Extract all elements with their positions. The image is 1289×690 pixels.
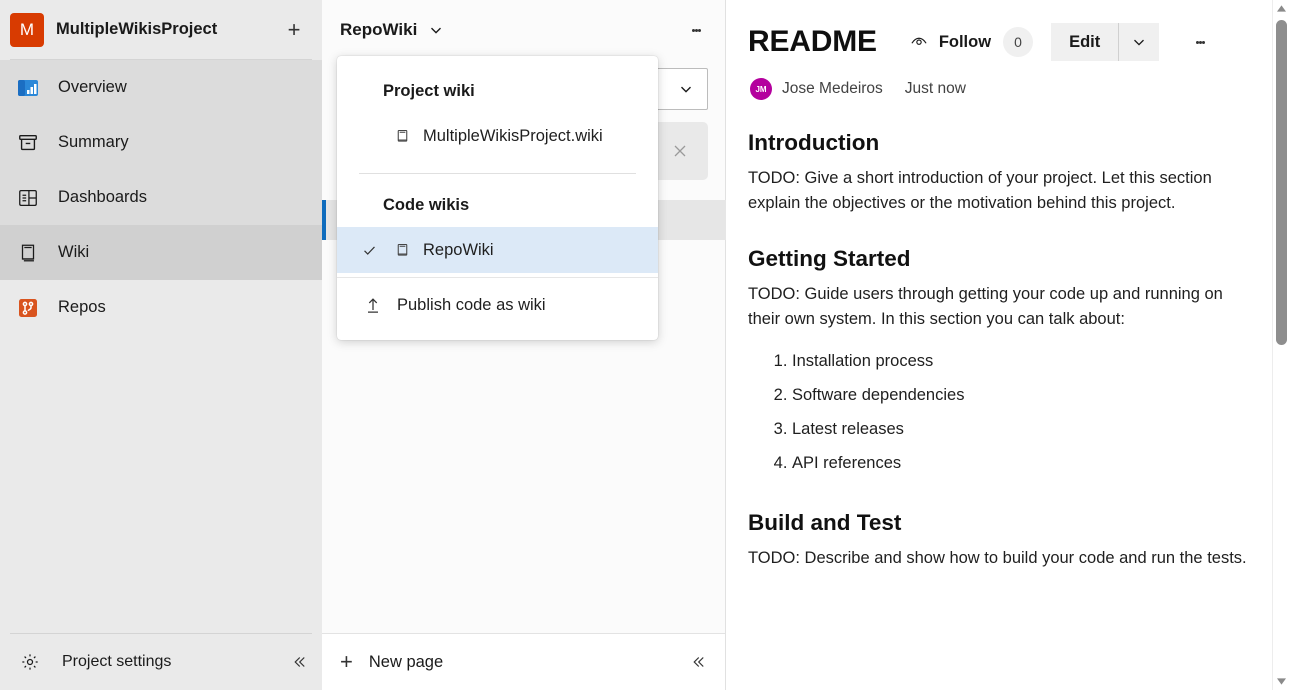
more-vertical-icon xyxy=(1201,40,1205,44)
chevron-down-icon xyxy=(427,21,445,39)
overview-icon xyxy=(14,74,42,102)
flyout-section-project-wiki: Project wiki xyxy=(383,82,475,100)
wiki-selector-flyout: Project wiki MultipleWikisProject.wiki C… xyxy=(337,56,658,340)
avatar[interactable]: JM xyxy=(750,78,772,100)
edit-dropdown-button[interactable] xyxy=(1119,23,1160,61)
readme-byline: JM Jose Medeiros Just now xyxy=(748,66,1249,100)
triangle-down-icon[interactable] xyxy=(1273,673,1289,690)
list-item: Latest releases xyxy=(792,412,1249,446)
sidebar-item-label: Repos xyxy=(58,298,106,316)
app-root: M MultipleWikisProject + Overview Summar… xyxy=(0,0,1289,690)
project-avatar-letter: M xyxy=(19,19,35,39)
wiki-selector-label: RepoWiki xyxy=(340,20,418,39)
sidebar-item-label: Dashboards xyxy=(58,188,147,206)
flyout-section-code-wikis: Code wikis xyxy=(383,196,470,214)
chevron-double-left-icon[interactable] xyxy=(689,653,707,671)
section-paragraph-build-and-test: TODO: Describe and show how to build you… xyxy=(748,549,1247,567)
eye-icon xyxy=(909,32,929,52)
dashboards-icon xyxy=(14,184,42,212)
flyout-item-repowiki[interactable]: RepoWiki xyxy=(337,227,658,273)
author-name[interactable]: Jose Medeiros xyxy=(782,80,883,98)
sidebar-item-overview[interactable]: Overview xyxy=(0,60,322,115)
section-heading-introduction: Introduction xyxy=(748,130,880,155)
publish-label: Publish code as wiki xyxy=(397,295,546,314)
avatar-initials: JM xyxy=(755,84,767,94)
sidebar-item-label: Wiki xyxy=(58,243,90,261)
project-avatar: M xyxy=(10,12,44,47)
follow-label: Follow xyxy=(938,32,992,51)
section-paragraph-introduction: TODO: Give a short introduction of your … xyxy=(748,169,1212,212)
project-header: M MultipleWikisProject + xyxy=(0,0,322,59)
section-heading-getting-started: Getting Started xyxy=(748,246,911,271)
page-title: README xyxy=(748,25,877,58)
list-item: Software dependencies xyxy=(792,378,1249,412)
book-icon xyxy=(391,128,413,145)
sidebar-item-summary[interactable]: Summary xyxy=(0,115,322,170)
list-item: API references xyxy=(792,446,1249,480)
follow-count-badge: 0 xyxy=(1003,27,1034,57)
project-nav-list: Overview Summary Dashboards Wiki Repos xyxy=(0,60,322,633)
close-icon xyxy=(670,141,690,161)
plus-icon[interactable]: + xyxy=(280,16,308,44)
edit-button[interactable]: Edit xyxy=(1051,23,1119,61)
list-item: Installation process xyxy=(792,344,1249,378)
readme-more-options-button[interactable] xyxy=(1185,27,1215,57)
sidebar-item-dashboards[interactable]: Dashboards xyxy=(0,170,322,225)
project-title: MultipleWikisProject xyxy=(56,20,218,38)
getting-started-list: Installation process Software dependenci… xyxy=(748,344,1249,480)
project-settings-button[interactable]: Project settings xyxy=(0,634,322,690)
timestamp: Just now xyxy=(904,80,966,97)
readme-header: README Follow 0 Edit xyxy=(748,18,1249,66)
wiki-panel-footer: + New page xyxy=(322,634,725,690)
project-settings-label: Project settings xyxy=(62,653,172,670)
sidebar-item-label: Summary xyxy=(58,133,129,151)
scrollbar-thumb[interactable] xyxy=(1276,20,1287,345)
content-scrollbar[interactable] xyxy=(1272,0,1289,690)
readme-content-pane: README Follow 0 Edit JM Jose Medeiros Ju… xyxy=(726,0,1289,690)
chevron-down-icon xyxy=(677,80,695,98)
check-icon xyxy=(357,242,381,259)
flyout-item-label: RepoWiki xyxy=(423,240,494,259)
flyout-item-label: MultipleWikisProject.wiki xyxy=(423,126,603,145)
wiki-selector-button[interactable]: RepoWiki xyxy=(340,20,445,40)
more-vertical-icon xyxy=(697,28,701,32)
wiki-more-options-button[interactable] xyxy=(681,15,711,45)
publish-upload-icon xyxy=(363,295,383,315)
section-paragraph-getting-started: TODO: Guide users through getting your c… xyxy=(748,285,1223,328)
repos-icon xyxy=(14,294,42,322)
book-icon xyxy=(391,242,413,259)
flyout-item-project-wiki[interactable]: MultipleWikisProject.wiki xyxy=(337,113,658,159)
edit-split-button: Edit xyxy=(1051,23,1160,61)
new-page-button[interactable]: New page xyxy=(369,653,673,672)
wiki-book-icon xyxy=(14,239,42,267)
sidebar-item-repos[interactable]: Repos xyxy=(0,280,322,335)
gear-icon xyxy=(16,648,44,676)
section-heading-build-and-test: Build and Test xyxy=(748,510,902,535)
plus-icon: + xyxy=(340,649,353,674)
sidebar-item-label: Overview xyxy=(58,78,127,96)
summary-icon xyxy=(14,129,42,157)
readme-inner: README Follow 0 Edit JM Jose Medeiros Ju… xyxy=(726,0,1289,571)
flyout-divider xyxy=(359,173,636,174)
follow-button[interactable]: Follow 0 xyxy=(905,21,1037,63)
publish-code-as-wiki-button[interactable]: Publish code as wiki xyxy=(337,278,658,332)
wiki-panel-header: RepoWiki xyxy=(322,0,725,60)
sidebar-item-wiki[interactable]: Wiki xyxy=(0,225,322,280)
project-sidebar: M MultipleWikisProject + Overview Summar… xyxy=(0,0,322,690)
triangle-up-icon[interactable] xyxy=(1273,0,1289,17)
chevron-double-left-icon[interactable] xyxy=(290,653,308,671)
